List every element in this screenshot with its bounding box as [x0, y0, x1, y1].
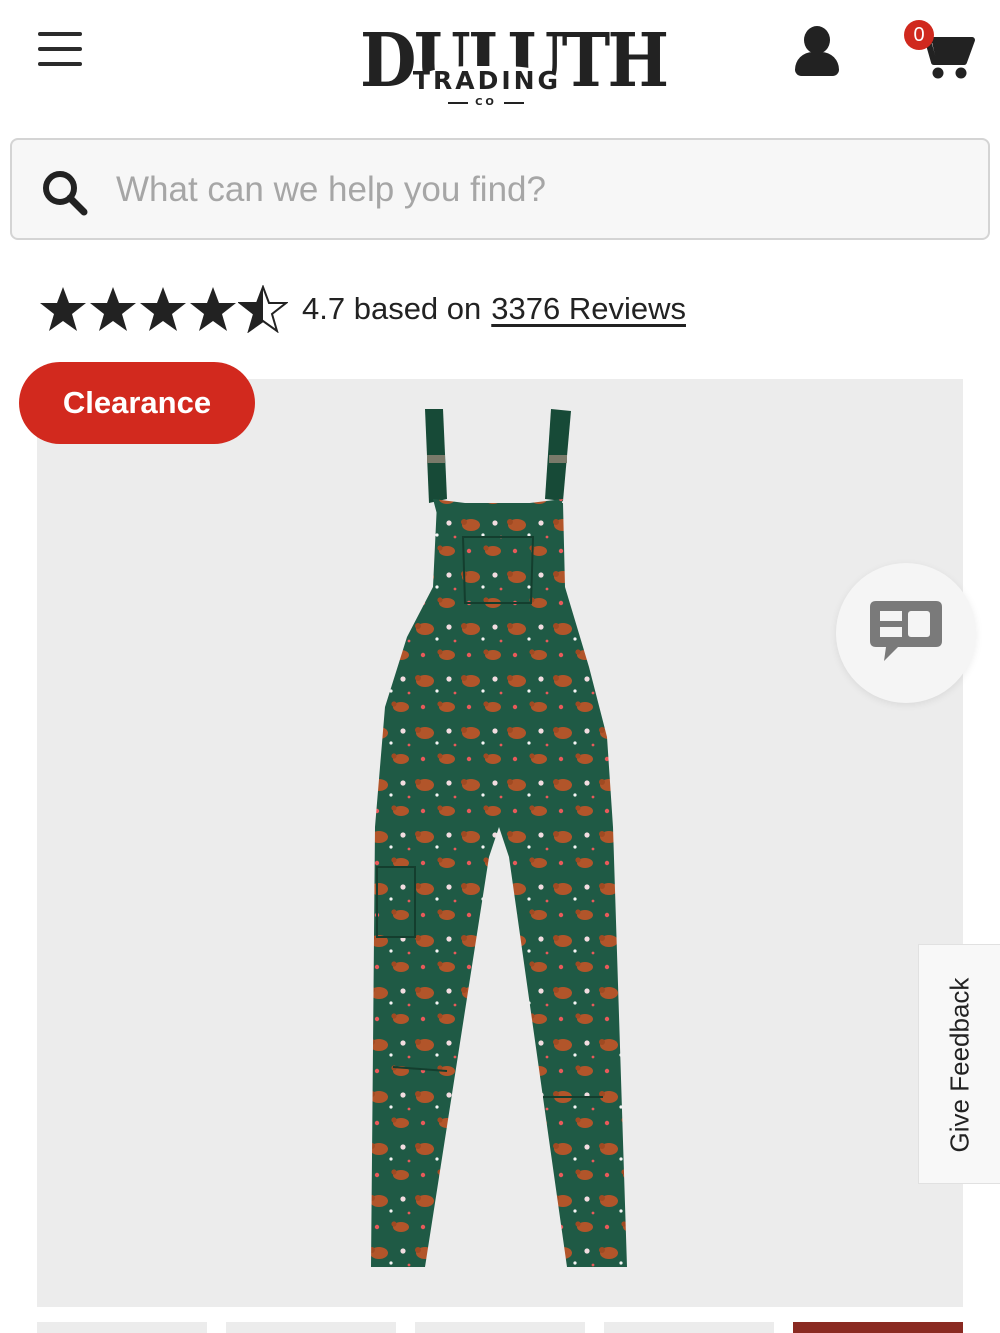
logo-text-trading: TRADING — [412, 66, 562, 96]
star-half-icon — [238, 285, 288, 333]
product-image[interactable] — [37, 379, 963, 1307]
thumbnail-1[interactable] — [37, 1322, 207, 1333]
thumbnail-strip — [37, 1322, 963, 1333]
hamburger-menu-icon[interactable] — [38, 32, 84, 72]
star-full-icon — [90, 287, 136, 331]
thumbnail-4[interactable] — [604, 1322, 774, 1333]
thumbnail-5[interactable] — [793, 1322, 963, 1333]
duluth-trading-logo[interactable]: DULUTH TRADING CO — [360, 18, 669, 110]
logo-text-co: CO — [446, 96, 526, 110]
chat-bubble-icon — [870, 601, 942, 661]
product-rating: 4.7 based on 3376 Reviews — [38, 284, 686, 334]
chat-button[interactable] — [836, 563, 976, 703]
clearance-badge: Clearance — [19, 362, 255, 444]
search-icon[interactable] — [40, 168, 90, 218]
give-feedback-tab[interactable]: Give Feedback — [918, 944, 1000, 1184]
thumbnail-3[interactable] — [415, 1322, 585, 1333]
thumbnail-2[interactable] — [226, 1322, 396, 1333]
give-feedback-label: Give Feedback — [944, 977, 975, 1153]
shopping-cart-button[interactable]: 0 — [900, 18, 980, 82]
overalls-product-photo — [371, 409, 627, 1267]
star-rating — [38, 285, 288, 333]
site-header: DULUTH TRADING CO 0 — [0, 0, 1000, 120]
cart-count-badge: 0 — [904, 20, 934, 50]
star-full-icon — [140, 287, 186, 331]
reviews-link[interactable]: 3376 Reviews — [491, 291, 686, 327]
star-full-icon — [40, 287, 86, 331]
search-bar — [10, 138, 990, 240]
star-full-icon — [190, 287, 236, 331]
user-account-icon[interactable] — [792, 26, 842, 80]
rating-summary-text: 4.7 based on — [302, 291, 482, 326]
search-input[interactable] — [116, 162, 956, 218]
